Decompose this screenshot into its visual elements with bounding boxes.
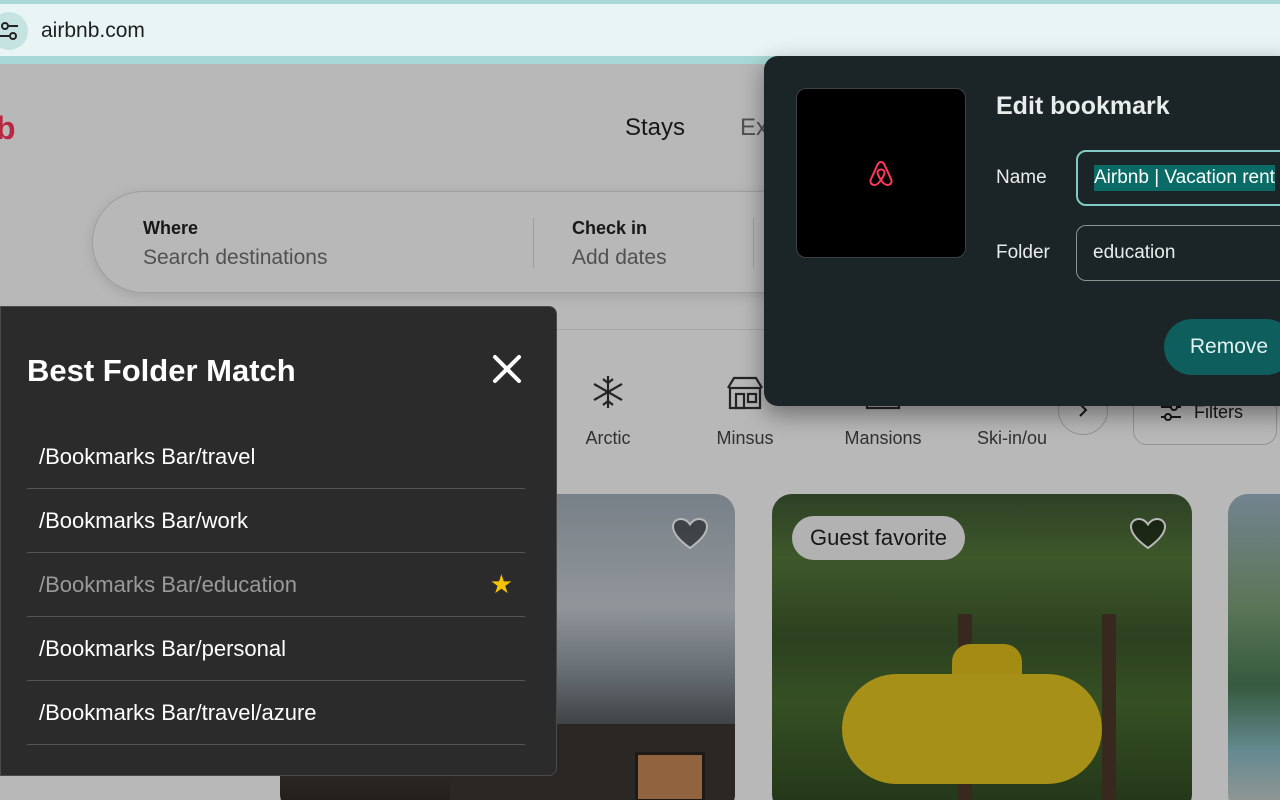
address-bar: airbnb.com: [0, 0, 1280, 64]
bookmark-thumbnail: [796, 88, 966, 258]
omnibox[interactable]: airbnb.com: [0, 4, 1280, 56]
bookmark-name-input[interactable]: Airbnb | Vacation rent: [1076, 150, 1280, 206]
folder-item-selected[interactable]: /Bookmarks Bar/education ★: [27, 553, 525, 617]
folder-path: /Bookmarks Bar/work: [39, 507, 249, 533]
folder-item[interactable]: /Bookmarks Bar/work: [27, 489, 525, 553]
tune-icon[interactable]: [0, 12, 28, 50]
folder-path: /Bookmarks Bar/education: [39, 571, 298, 597]
close-icon[interactable]: [487, 349, 527, 389]
best-folder-match-panel: Best Folder Match /Bookmarks Bar/travel …: [0, 306, 557, 776]
name-value-selected: Airbnb | Vacation rent: [1094, 165, 1275, 191]
folder-item[interactable]: /Bookmarks Bar/personal: [27, 617, 525, 681]
dialog-title: Edit bookmark: [996, 92, 1170, 120]
folder-path: /Bookmarks Bar/travel/azure: [39, 699, 317, 725]
panel-title: Best Folder Match: [27, 353, 296, 388]
folder-label: Folder: [996, 242, 1050, 263]
folder-list: /Bookmarks Bar/travel /Bookmarks Bar/wor…: [27, 425, 525, 745]
airbnb-logo-icon: [869, 160, 893, 187]
folder-path: /Bookmarks Bar/travel: [39, 443, 256, 469]
name-label: Name: [996, 167, 1047, 188]
star-icon: ★: [489, 569, 513, 599]
edit-bookmark-dialog: Edit bookmark Name Airbnb | Vacation ren…: [764, 56, 1280, 406]
folder-item[interactable]: /Bookmarks Bar/travel/azure: [27, 681, 525, 745]
folder-item[interactable]: /Bookmarks Bar/travel: [27, 425, 525, 489]
url-text[interactable]: airbnb.com: [41, 19, 145, 43]
remove-button[interactable]: Remove: [1164, 319, 1280, 375]
folder-path: /Bookmarks Bar/personal: [39, 635, 286, 661]
bookmark-folder-select[interactable]: education: [1076, 225, 1280, 281]
